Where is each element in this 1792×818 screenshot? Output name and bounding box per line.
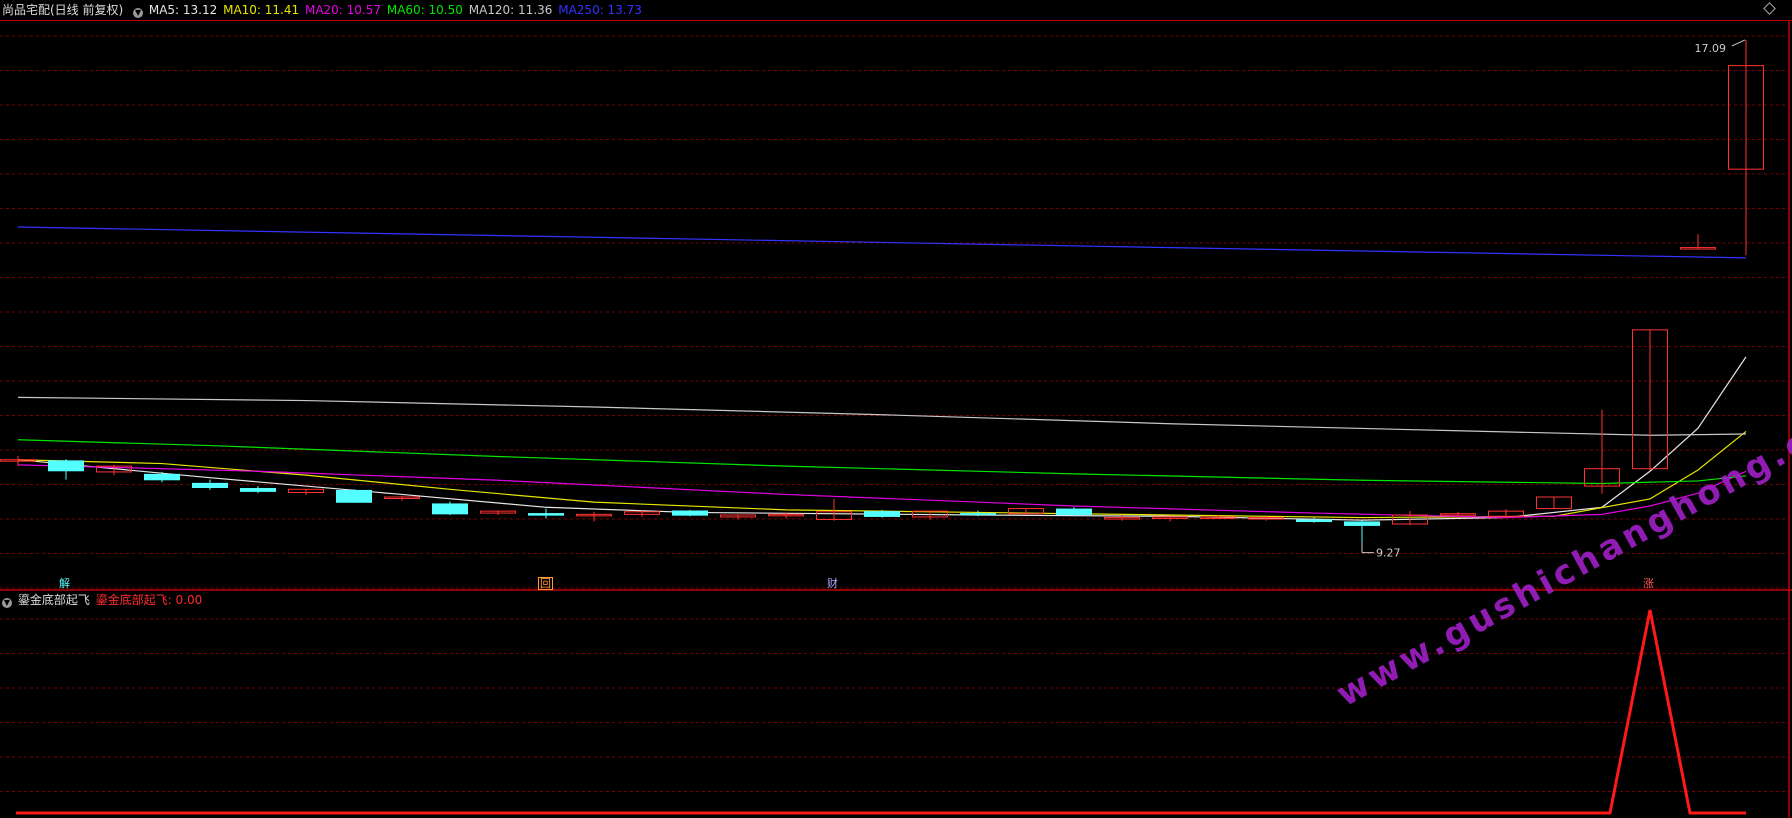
ma60-label: MA60: 10.50 bbox=[386, 3, 463, 17]
low-label: 9.27 bbox=[1376, 547, 1401, 560]
candle-body bbox=[1056, 508, 1092, 515]
candle-body bbox=[1344, 521, 1380, 526]
chart-background bbox=[0, 0, 1792, 818]
ma10-label: MA10: 11.41 bbox=[223, 3, 300, 17]
ma250-label: MA250: 13.73 bbox=[558, 3, 642, 17]
collapse-icon[interactable]: ▼ bbox=[133, 8, 144, 18]
candle-body bbox=[528, 513, 564, 516]
ma20-label: MA20: 10.57 bbox=[304, 3, 382, 17]
marker-zhang[interactable]: 涨 bbox=[1642, 577, 1655, 590]
indicator-value: 鎏金底部起飞: 0.00 bbox=[95, 593, 203, 607]
candle-body bbox=[48, 460, 84, 472]
candle-body bbox=[672, 510, 708, 516]
ma120-label: MA120: 11.36 bbox=[468, 3, 553, 17]
candle-body bbox=[432, 503, 468, 515]
indicator-header: ▼ 鎏金底部起飞 鎏金底部起飞: 0.00 bbox=[2, 592, 204, 608]
candle-body bbox=[960, 513, 996, 515]
stock-title: 尚品宅配(日线 前复权) bbox=[2, 3, 124, 17]
main-chart-header: 尚品宅配(日线 前复权) ▼ MA5: 13.12 MA10: 11.41 MA… bbox=[2, 2, 644, 18]
kline-chart[interactable]: 17.09 9.27 bbox=[0, 0, 1792, 818]
high-label: 17.09 bbox=[1695, 42, 1727, 55]
marker-jie[interactable]: 解 bbox=[58, 577, 71, 590]
candle-body bbox=[1296, 519, 1332, 523]
candle-body bbox=[240, 488, 276, 492]
candle-body bbox=[144, 473, 180, 481]
collapse-icon[interactable]: ▼ bbox=[2, 598, 12, 608]
candle-body bbox=[336, 489, 372, 503]
candle-body bbox=[192, 482, 228, 488]
indicator-name: 鎏金底部起飞 bbox=[17, 593, 90, 607]
ma5-label: MA5: 13.12 bbox=[148, 3, 218, 17]
marker-cai[interactable]: 财 bbox=[826, 577, 839, 590]
candle-body bbox=[864, 511, 900, 517]
marker-hui[interactable]: 回 bbox=[538, 577, 553, 590]
